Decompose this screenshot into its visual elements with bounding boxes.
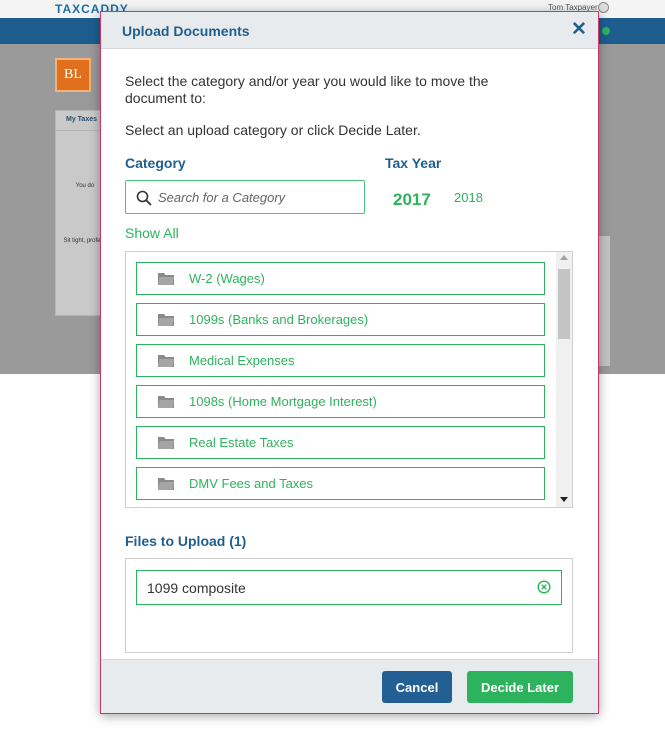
search-icon <box>136 190 152 206</box>
folder-icon <box>158 478 174 490</box>
search-input[interactable] <box>158 181 358 213</box>
category-search[interactable] <box>125 180 365 214</box>
dialog-title: Upload Documents <box>122 23 250 39</box>
category-label-text: W-2 (Wages) <box>189 271 265 286</box>
category-label: Category <box>125 155 186 171</box>
dialog-header: Upload Documents ✕ <box>101 12 598 49</box>
instruction-subtext: Select an upload category or click Decid… <box>125 122 421 138</box>
folder-icon <box>158 437 174 449</box>
status-dot-icon <box>602 27 610 35</box>
category-label-text: DMV Fees and Taxes <box>189 476 314 491</box>
folder-icon <box>158 273 174 285</box>
folder-icon <box>158 314 174 326</box>
category-item-medical[interactable]: Medical Expenses <box>136 344 545 377</box>
category-item-w2[interactable]: W-2 (Wages) <box>136 262 545 295</box>
decide-later-button[interactable]: Decide Later <box>467 671 573 703</box>
scroll-up-icon[interactable] <box>560 255 568 260</box>
files-to-upload-label: Files to Upload (1) <box>125 533 247 549</box>
category-item-1099s[interactable]: 1099s (Banks and Brokerages) <box>136 303 545 336</box>
folder-icon <box>158 355 174 367</box>
files-list: 1099 composite <box>125 558 573 653</box>
category-label-text: 1099s (Banks and Brokerages) <box>189 312 369 327</box>
user-avatar-icon <box>598 2 609 13</box>
firm-avatar: BL <box>55 58 91 92</box>
scroll-down-icon[interactable] <box>560 497 568 502</box>
close-icon[interactable]: ✕ <box>571 20 587 40</box>
year-2018-option[interactable]: 2018 <box>454 190 483 205</box>
category-scrollbar[interactable] <box>556 252 572 507</box>
dialog-footer: Cancel Decide Later <box>101 659 598 713</box>
cancel-button[interactable]: Cancel <box>382 671 452 703</box>
file-name: 1099 composite <box>147 580 246 596</box>
category-label-text: Medical Expenses <box>189 353 295 368</box>
folder-icon <box>158 396 174 408</box>
category-item-1098s[interactable]: 1098s (Home Mortgage Interest) <box>136 385 545 418</box>
year-2017-option[interactable]: 2017 <box>393 190 431 210</box>
category-item-dmv[interactable]: DMV Fees and Taxes <box>136 467 545 500</box>
instruction-text: Select the category and/or year you woul… <box>125 73 489 106</box>
scroll-thumb[interactable] <box>558 269 570 339</box>
show-all-link[interactable]: Show All <box>125 225 179 241</box>
category-list: W-2 (Wages) 1099s (Banks and Brokerages)… <box>125 251 573 508</box>
category-item-real-estate[interactable]: Real Estate Taxes <box>136 426 545 459</box>
background-scrollbar <box>598 236 610 366</box>
category-label-text: Real Estate Taxes <box>189 435 294 450</box>
category-label-text: 1098s (Home Mortgage Interest) <box>189 394 377 409</box>
tax-year-label: Tax Year <box>385 155 442 171</box>
upload-documents-dialog: Upload Documents ✕ Select the category a… <box>100 11 599 714</box>
remove-circle-icon[interactable] <box>537 580 551 594</box>
file-item: 1099 composite <box>136 570 562 605</box>
